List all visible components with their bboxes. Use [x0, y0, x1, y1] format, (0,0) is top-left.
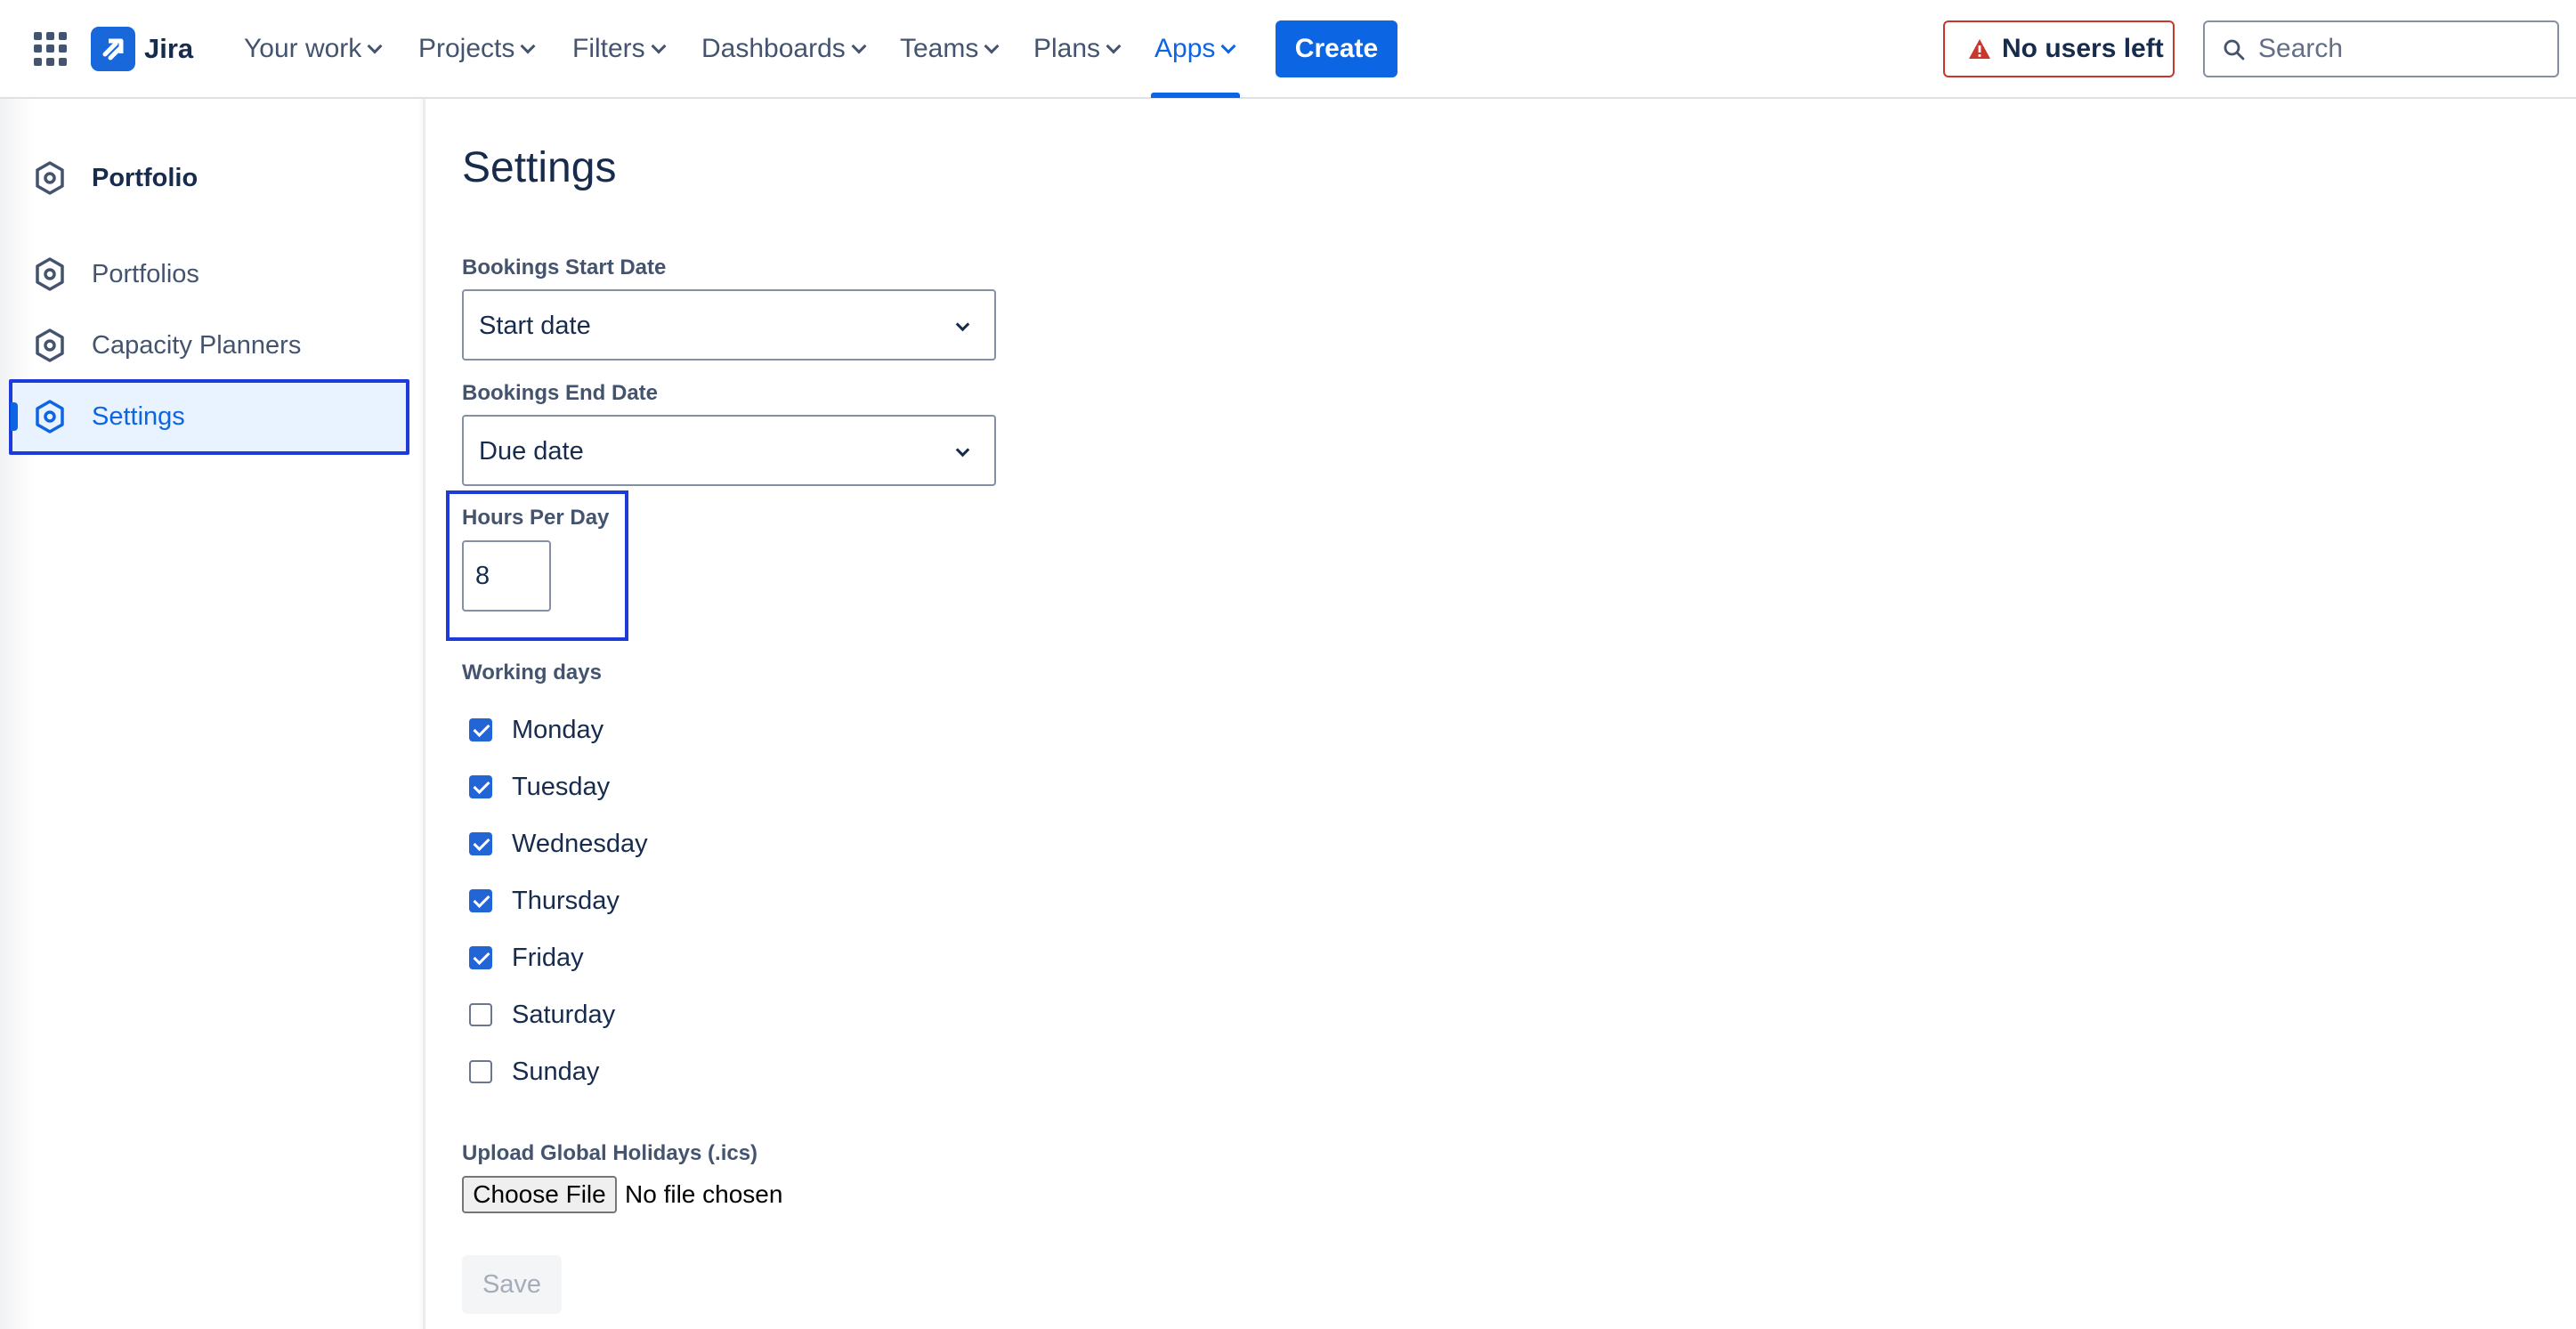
nav-filters[interactable]: Filters — [572, 29, 667, 69]
bookings-start-label: Bookings Start Date — [462, 255, 667, 280]
hexagon-icon — [36, 257, 64, 291]
nav-your-work-label: Your work — [244, 34, 362, 63]
search-input[interactable] — [2258, 29, 2543, 69]
checkbox-unchecked-icon[interactable] — [469, 1003, 492, 1026]
sidebar-item-label: Capacity Planners — [92, 331, 302, 360]
chevron-down-icon — [851, 38, 867, 54]
nav-teams[interactable]: Teams — [900, 29, 1000, 69]
chevron-down-icon — [1220, 38, 1236, 54]
nav-plans[interactable]: Plans — [1033, 29, 1122, 69]
chevron-down-icon — [520, 38, 536, 54]
chevron-down-icon — [984, 38, 1000, 54]
hours-per-day-input[interactable] — [462, 540, 551, 612]
bookings-start-select[interactable]: Start date — [462, 289, 996, 361]
hexagon-icon — [36, 161, 64, 195]
checkbox-checked-icon[interactable] — [469, 832, 492, 855]
search-box[interactable] — [2203, 20, 2559, 77]
hexagon-icon — [36, 400, 64, 434]
day-label: Wednesday — [512, 830, 648, 858]
sidebar-header-portfolio[interactable]: Portfolio — [0, 142, 409, 214]
nav-your-work[interactable]: Your work — [244, 29, 383, 69]
save-button[interactable]: Save — [462, 1255, 562, 1314]
bookings-start-value: Start date — [479, 312, 591, 340]
upload-holidays-label: Upload Global Holidays (.ics) — [462, 1141, 758, 1165]
checkbox-checked-icon[interactable] — [469, 718, 492, 741]
day-label: Tuesday — [512, 773, 611, 801]
nav-dashboards[interactable]: Dashboards — [701, 29, 867, 69]
nav-apps-label: Apps — [1154, 34, 1216, 63]
bookings-end-select[interactable]: Due date — [462, 415, 996, 486]
page-title: Settings — [462, 144, 617, 191]
chevron-down-icon — [367, 38, 383, 54]
checkbox-checked-icon[interactable] — [469, 946, 492, 969]
app-switcher-icon[interactable] — [34, 32, 68, 66]
active-nav-indicator — [1151, 93, 1240, 98]
day-label: Monday — [512, 716, 604, 744]
choose-file-button[interactable]: Choose File — [462, 1176, 617, 1213]
chevron-down-icon — [1106, 38, 1122, 54]
nav-apps[interactable]: Apps — [1154, 29, 1236, 69]
sidebar-item-settings[interactable]: Settings — [0, 381, 409, 452]
jira-logo-icon[interactable] — [91, 27, 135, 71]
checkbox-checked-icon[interactable] — [469, 775, 492, 798]
top-navigation: Jira Your work Projects Filters Dashboar… — [0, 0, 2576, 99]
sidebar-item-label: Settings — [92, 402, 185, 431]
sidebar-item-label: Portfolios — [92, 260, 199, 288]
nav-plans-label: Plans — [1033, 34, 1101, 63]
warning-icon — [1969, 39, 1990, 59]
file-status-text: No file chosen — [625, 1180, 783, 1208]
app-name[interactable]: Jira — [144, 31, 193, 67]
hexagon-icon — [36, 328, 64, 362]
chevron-down-icon — [955, 317, 970, 332]
working-days-label: Working days — [462, 660, 602, 685]
bookings-end-value: Due date — [479, 437, 584, 466]
sidebar-item-capacity-planners[interactable]: Capacity Planners — [0, 310, 409, 381]
search-icon — [2224, 39, 2245, 61]
checkbox-unchecked-icon[interactable] — [469, 1060, 492, 1083]
day-label: Friday — [512, 944, 584, 972]
day-label: Saturday — [512, 1001, 616, 1029]
warning-label: No users left — [2002, 34, 2164, 63]
nav-projects-label: Projects — [418, 34, 515, 63]
sidebar-item-portfolios[interactable]: Portfolios — [0, 239, 409, 310]
sidebar-header-label: Portfolio — [92, 164, 198, 192]
bookings-end-label: Bookings End Date — [462, 381, 659, 405]
create-button[interactable]: Create — [1276, 20, 1397, 77]
checkbox-checked-icon[interactable] — [469, 889, 492, 912]
nav-dashboards-label: Dashboards — [701, 34, 846, 63]
nav-teams-label: Teams — [900, 34, 979, 63]
day-label: Sunday — [512, 1058, 600, 1086]
nav-projects[interactable]: Projects — [418, 29, 536, 69]
chevron-down-icon — [651, 38, 667, 54]
day-label: Thursday — [512, 887, 620, 915]
chevron-down-icon — [955, 442, 970, 458]
hours-per-day-label: Hours Per Day — [462, 506, 610, 530]
no-users-left-button[interactable]: No users left — [1943, 20, 2175, 77]
nav-filters-label: Filters — [572, 34, 645, 63]
